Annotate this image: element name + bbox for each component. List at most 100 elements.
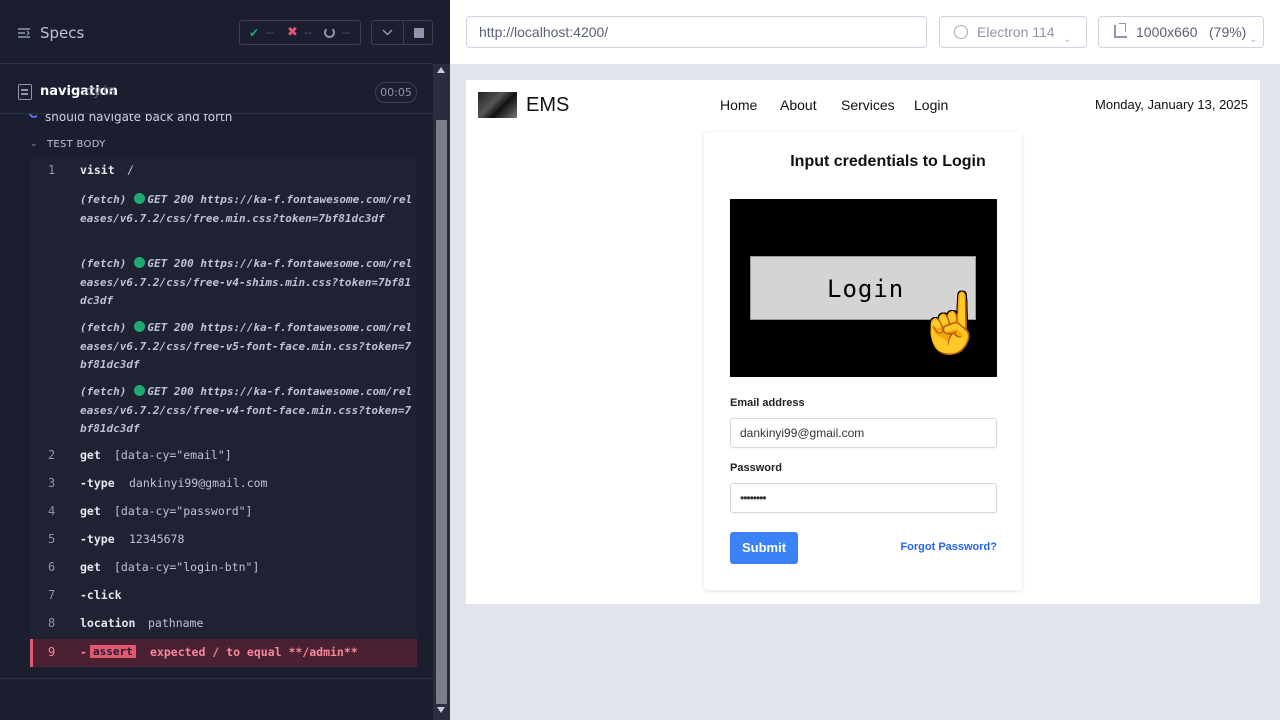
command-number: 8 (48, 616, 56, 630)
pointer-hand-icon: ☝ (915, 291, 988, 356)
app-frame: EMS Home About Services Login Monday, Ja… (466, 80, 1260, 604)
fetch-method: GET 200 (147, 193, 194, 206)
command-row[interactable]: 7 -click (30, 588, 417, 610)
command-log-panel: Specs ✔ -- ✖ -- -- navigation .cy.ts 00:… (0, 0, 450, 720)
status-dot-icon (134, 193, 146, 204)
app-navbar: EMS Home About Services Login Monday, Ja… (466, 80, 1260, 132)
current-date: Monday, January 13, 2025 (1095, 97, 1248, 112)
card-title: Input credentials to Login (790, 153, 986, 170)
ruler-icon (1114, 23, 1127, 38)
command-row[interactable]: 5 -type 12345678 (30, 532, 417, 554)
status-dot-icon (134, 257, 146, 268)
collapse-button[interactable] (371, 20, 404, 45)
command-arg: 12345678 (129, 532, 185, 546)
fetch-url: https://ka-f.fontawesome.com/releases/v6… (80, 385, 413, 435)
command-arg: / (127, 163, 134, 177)
nav-home[interactable]: Home (720, 97, 757, 113)
test-body-label: TEST BODY (47, 139, 106, 150)
scrollbar-thumb[interactable] (436, 120, 447, 704)
command-row[interactable]: 6 get [data-cy="login-btn"] (30, 560, 417, 582)
password-field[interactable]: •••••••• (730, 483, 997, 513)
failed-count: -- (304, 26, 312, 39)
fetch-row[interactable]: (fetch) GET 200 https://ka-f.fontawesome.… (80, 255, 415, 311)
command-number: 5 (48, 532, 56, 546)
command-name: -click (80, 588, 122, 602)
browser-label: Electron 114 (977, 24, 1055, 40)
divider (0, 678, 433, 679)
command-number: 3 (48, 476, 56, 490)
brand-name[interactable]: EMS (526, 94, 569, 117)
fetch-method: GET 200 (147, 385, 194, 398)
fetch-label: (fetch) (80, 257, 127, 270)
illustration-text: Login (827, 275, 905, 303)
command-arg: [data-cy="email"] (114, 448, 232, 462)
command-arg: pathname (148, 616, 204, 630)
file-icon (18, 84, 32, 100)
chevron-down-icon: ⌄ (1063, 34, 1072, 45)
command-arg: [data-cy="login-btn"] (114, 560, 260, 574)
spec-file-header[interactable]: navigation .cy.ts 00:05 (0, 72, 433, 118)
stop-button[interactable] (403, 20, 433, 45)
app-preview-panel: http://localhost:4200/ Electron 114 ⌄ 10… (450, 0, 1280, 720)
fetch-label: (fetch) (80, 193, 127, 206)
spinner-icon (324, 27, 335, 38)
email-label: Email address (730, 397, 805, 409)
command-number: 2 (48, 448, 56, 462)
command-name: get (80, 504, 101, 518)
logo-image[interactable] (478, 92, 517, 118)
submit-button[interactable]: Submit (730, 532, 798, 564)
fetch-label: (fetch) (80, 385, 127, 398)
preview-toolbar: http://localhost:4200/ Electron 114 ⌄ 10… (450, 0, 1280, 64)
command-row[interactable]: 8 location pathname (30, 616, 417, 638)
url-bar[interactable]: http://localhost:4200/ (466, 16, 927, 48)
command-row[interactable]: 3 -type dankinyi99@gmail.com (30, 476, 417, 498)
browser-select[interactable]: Electron 114 ⌄ (939, 16, 1087, 48)
chevron-down-icon: ⌄ (1249, 34, 1258, 45)
test-title: should navigate back and forth (45, 113, 233, 124)
command-arg: [data-cy="password"] (114, 504, 253, 518)
viewport-size: 1000x660 (1136, 24, 1198, 40)
run-stats: ✔ -- ✖ -- -- (239, 20, 361, 45)
failed-assert-row[interactable]: 9 - assert expected / to equal **/admin*… (30, 639, 417, 667)
email-field[interactable]: dankinyi99@gmail.com (730, 418, 997, 448)
command-row[interactable]: 2 get [data-cy="email"] (30, 448, 417, 470)
scroll-up-icon[interactable] (437, 67, 445, 73)
command-name: get (80, 448, 101, 462)
fetch-label: (fetch) (80, 321, 127, 334)
pending-count: -- (342, 26, 350, 39)
nav-login[interactable]: Login (914, 97, 948, 113)
fetch-row[interactable]: (fetch) GET 200 https://ka-f.fontawesome.… (80, 383, 415, 439)
viewport-select[interactable]: 1000x660 (79%) ⌄ (1098, 16, 1264, 48)
duration-badge: 00:05 (375, 82, 417, 103)
login-card: Input credentials to Login Login ☝ Email… (704, 132, 1022, 590)
stop-icon (414, 28, 424, 38)
status-dot-icon (134, 321, 146, 332)
password-label: Password (730, 462, 782, 474)
fetch-row[interactable]: (fetch) GET 200 https://ka-f.fontawesome.… (80, 319, 415, 375)
forgot-password-link[interactable]: Forgot Password? (900, 541, 997, 553)
x-icon: ✖ (287, 25, 298, 40)
nav-services[interactable]: Services (841, 97, 895, 113)
status-dot-icon (134, 385, 146, 396)
assert-message: expected / to equal **/admin** (150, 645, 358, 659)
electron-icon (954, 25, 968, 39)
test-title-row[interactable]: should navigate back and forth (0, 113, 433, 127)
command-name: -type (80, 532, 115, 546)
fetch-method: GET 200 (147, 257, 194, 270)
specs-title[interactable]: Specs (40, 24, 84, 42)
specs-header: Specs ✔ -- ✖ -- -- (0, 0, 433, 64)
chevron-down-icon (382, 29, 393, 36)
command-name: location (80, 616, 136, 630)
chevron-down-icon: ⌄ (30, 139, 38, 149)
command-row[interactable]: 1 visit / (30, 163, 417, 185)
list-icon[interactable] (17, 26, 31, 40)
command-number: 4 (48, 504, 56, 518)
command-row[interactable]: 4 get [data-cy="password"] (30, 504, 417, 526)
nav-about[interactable]: About (780, 97, 817, 113)
command-number: 7 (48, 588, 56, 602)
command-name: - (80, 645, 87, 659)
fetch-row[interactable]: (fetch) GET 200 https://ka-f.fontawesome.… (80, 191, 415, 228)
spinner-icon (29, 114, 39, 118)
command-name: get (80, 560, 101, 574)
scroll-down-icon[interactable] (437, 707, 445, 713)
